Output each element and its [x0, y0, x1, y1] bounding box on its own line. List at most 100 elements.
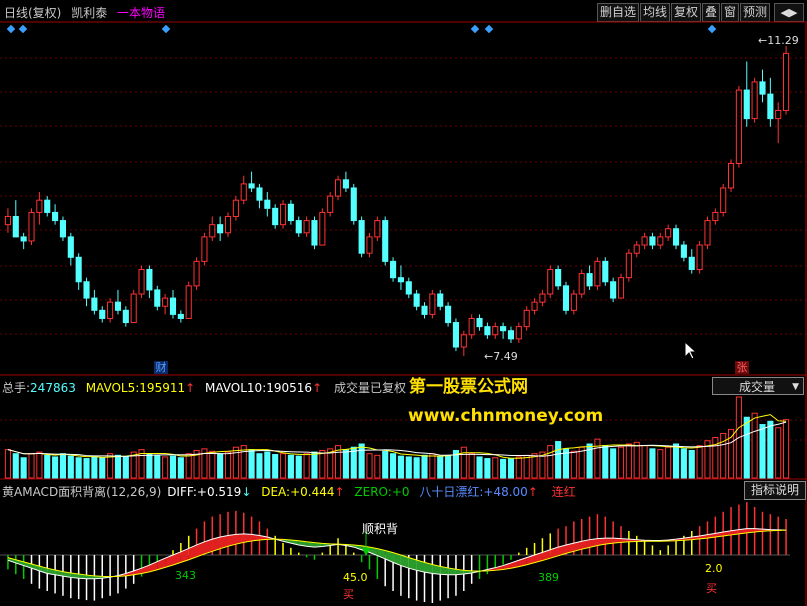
watermark-url: www.chnmoney.com [408, 406, 604, 426]
candle-body [775, 109, 782, 120]
candle-body [232, 199, 239, 217]
candle-body [366, 236, 373, 254]
candle-body [59, 220, 67, 238]
candle-body [547, 269, 554, 295]
candle-body [783, 52, 790, 111]
candle-body [67, 236, 74, 258]
volume-bar [177, 457, 184, 479]
candle-body [468, 317, 475, 336]
volume-bar [20, 457, 27, 479]
volume-bar [500, 458, 507, 479]
candle-body [429, 293, 436, 315]
high-price-label: ←11.29 [758, 34, 799, 47]
mavol5-value: 195911 [139, 381, 186, 395]
candle-body [712, 211, 719, 222]
volume-bar [515, 456, 522, 479]
volume-bar [767, 420, 774, 479]
candle-body [555, 269, 562, 287]
event-diamond-icon [470, 24, 480, 34]
event-diamond-icon [161, 24, 171, 34]
candle-body [625, 252, 632, 279]
candle-body [342, 179, 349, 189]
candle-body [578, 273, 585, 295]
volume-info: 总手:247863 MAVOL5:195911↑ MAVOL10:190516↑… [2, 379, 406, 396]
volume-bar [617, 446, 625, 479]
volume-selector-value: 成交量 [739, 380, 776, 394]
candle-body [515, 326, 522, 340]
volume-bar [468, 453, 475, 479]
volume-bar [169, 455, 177, 479]
candle-body [146, 269, 153, 291]
candle-body [649, 236, 656, 246]
candle-body [445, 305, 452, 324]
candle-body [751, 81, 758, 120]
candle-body [602, 260, 609, 283]
candle-body [390, 260, 397, 279]
candle-body [570, 293, 577, 311]
indicator-info: 黄AMACD面积背离(12,26,9) DIFF:+0.519↓ DEA:+0.… [2, 483, 576, 500]
volume-bar [523, 454, 530, 479]
candle-body [594, 260, 601, 287]
area-label: 343 [175, 569, 196, 582]
candle-body [44, 199, 51, 213]
event-diamond-icon [6, 24, 16, 34]
event-finance-badge[interactable]: 财 [154, 361, 168, 374]
candle-body [256, 187, 263, 201]
candle-body [240, 183, 247, 201]
volume-bar [570, 450, 577, 479]
volume-bar [390, 453, 397, 479]
event-diamond-icon [484, 24, 494, 34]
dea-label: DEA: [261, 485, 291, 499]
candle-body [476, 317, 483, 328]
volume-bar [264, 451, 271, 479]
volume-bar [625, 443, 632, 479]
candle-body [224, 216, 232, 234]
volume-bar [287, 454, 294, 479]
volume-bar [99, 457, 106, 479]
volume-bar [484, 458, 491, 479]
candle-body [507, 330, 515, 340]
indicator-name[interactable]: 黄AMACD面积背离(12,26,9) [2, 485, 161, 499]
candle-body [680, 244, 687, 258]
zero-label: ZERO: [354, 485, 392, 499]
volume-bar [279, 453, 287, 479]
volume-bar [397, 455, 404, 479]
volume-bar [4, 449, 11, 479]
volume-bar [672, 443, 680, 479]
volume-bar [602, 445, 609, 479]
volume-bar [44, 454, 51, 479]
volume-bar [476, 456, 483, 479]
candle-body [4, 216, 11, 226]
volume-bar [421, 454, 428, 479]
candle-body [492, 326, 499, 336]
candle-body [303, 220, 310, 234]
total-volume-label: 总手: [2, 381, 31, 395]
candle-body [185, 285, 192, 319]
event-limit-badge[interactable]: 张 [735, 361, 749, 374]
candle-body [122, 309, 129, 324]
candle-body [413, 293, 420, 307]
candle-body [350, 187, 357, 222]
volume-bar [460, 446, 467, 479]
volume-bar [413, 457, 420, 479]
mouse-cursor-icon [684, 341, 698, 360]
red80-label: 八十日漂红: [419, 485, 484, 499]
volume-bar [641, 445, 648, 479]
candle-body [704, 220, 711, 246]
candle-body [586, 273, 593, 287]
volume-selector[interactable]: 成交量 ▼ [712, 377, 804, 395]
volume-bar [91, 456, 98, 479]
area-label: 2.0 [705, 562, 723, 575]
volume-bar [28, 453, 35, 479]
candle-body [358, 220, 365, 254]
volume-bar [688, 449, 695, 479]
candle-body [743, 89, 750, 120]
candle-body [114, 301, 122, 311]
volume-bar [59, 453, 67, 479]
candle-body [162, 297, 169, 307]
buy-signal-label: 买 [343, 588, 354, 601]
volume-bar [232, 446, 239, 479]
indicator-help-button[interactable]: 指标说明 [744, 481, 806, 500]
candle-body [759, 81, 766, 95]
volume-bar [555, 441, 562, 479]
